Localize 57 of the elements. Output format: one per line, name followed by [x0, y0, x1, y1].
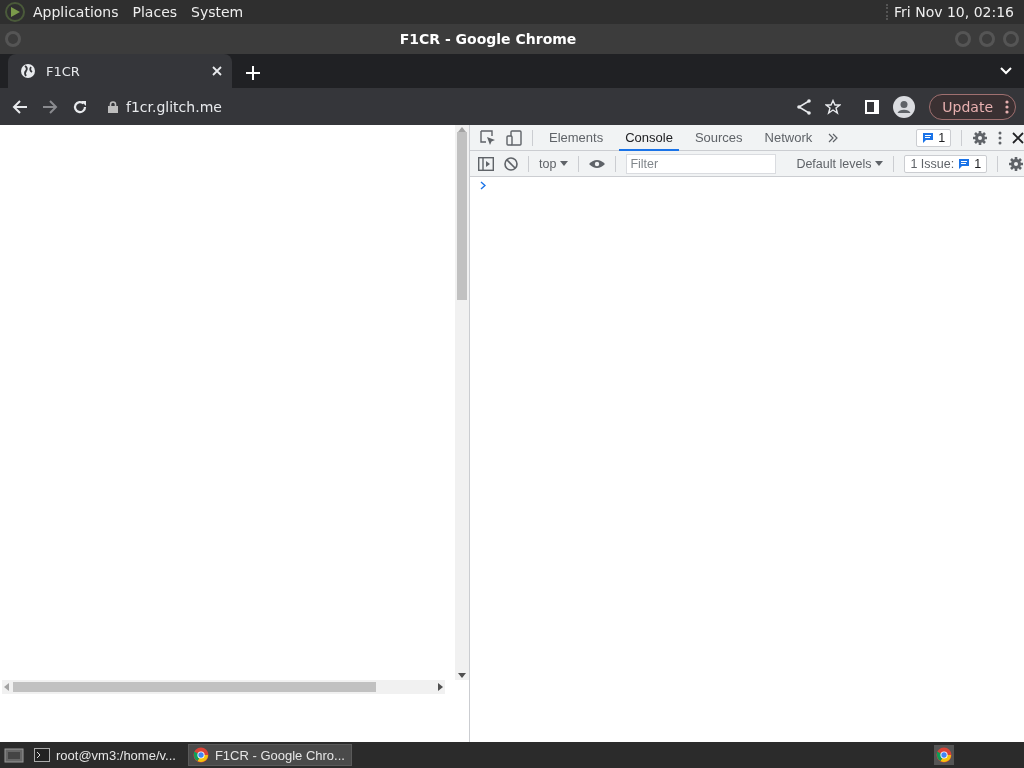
message-icon	[922, 131, 935, 144]
vertical-scrollbar[interactable]	[455, 125, 469, 680]
reload-icon[interactable]	[72, 98, 88, 115]
clear-icon[interactable]	[504, 156, 518, 171]
settings-icon[interactable]	[972, 129, 989, 146]
share-icon[interactable]	[797, 98, 812, 115]
more-tabs-icon[interactable]	[828, 132, 839, 143]
messages-badge[interactable]: 1	[916, 128, 952, 147]
tray-app[interactable]	[934, 745, 954, 765]
taskbar-item[interactable]: F1CR - Google Chro...	[187, 744, 352, 766]
sidebar-icon[interactable]	[478, 156, 494, 171]
update-button[interactable]: Update	[929, 93, 1016, 120]
more-icon[interactable]	[998, 130, 1003, 145]
forward-icon[interactable]	[42, 98, 58, 115]
settings-icon[interactable]	[1008, 155, 1024, 172]
chrome-icon	[936, 747, 952, 763]
devtools-tab[interactable]: Elements	[543, 126, 610, 151]
filter-field[interactable]: Filter	[626, 153, 777, 174]
avatar-icon[interactable]	[893, 95, 916, 118]
device-icon[interactable]	[506, 129, 522, 146]
scrollbar-thumb[interactable]	[13, 682, 376, 692]
globe-icon	[20, 63, 36, 79]
tab-title: F1CR	[46, 63, 81, 79]
more-icon	[1005, 99, 1009, 114]
menu-item[interactable]: Places	[125, 4, 185, 20]
clock: Fri Nov 10, 02:16	[886, 4, 1020, 20]
horizontal-scrollbar[interactable]	[2, 680, 445, 694]
star-icon[interactable]	[825, 98, 842, 115]
menu-item[interactable]: Applications	[26, 4, 126, 20]
scroll-down-icon[interactable]	[458, 673, 466, 678]
issues-badge[interactable]: 1 Issue: 1	[904, 154, 988, 173]
side-panel-icon[interactable]	[865, 99, 880, 114]
plus-icon[interactable]	[246, 66, 260, 80]
eye-icon[interactable]	[589, 158, 606, 169]
window-title: F1CR - Google Chrome	[398, 31, 578, 47]
scroll-right-icon[interactable]	[438, 683, 443, 691]
terminal-icon	[34, 748, 50, 762]
levels-dropdown[interactable]: Default levels	[796, 156, 884, 171]
taskbar-item[interactable]: root@vm3:/home/v...	[30, 744, 182, 766]
url-field[interactable]: f1cr.glitch.me	[126, 98, 222, 115]
chrome-icon	[192, 747, 209, 763]
chevron-down-icon[interactable]	[1000, 67, 1012, 75]
menu-item[interactable]: System	[184, 4, 251, 20]
caret-icon	[560, 161, 569, 166]
scrollbar-thumb[interactable]	[457, 132, 467, 300]
inspect-icon[interactable]	[480, 129, 496, 146]
caret-icon	[875, 161, 884, 166]
browser-tab[interactable]: F1CR	[8, 54, 232, 88]
devtools-tab[interactable]: Network	[758, 126, 819, 151]
message-icon	[958, 157, 971, 170]
lock-icon	[108, 100, 118, 113]
back-icon[interactable]	[12, 98, 28, 115]
prompt-icon[interactable]	[480, 181, 486, 190]
context-dropdown[interactable]: top	[539, 156, 569, 171]
logo-icon[interactable]	[4, 1, 26, 23]
desktop-icon[interactable]	[4, 746, 24, 764]
devtools-tab[interactable]: Sources	[688, 126, 749, 151]
